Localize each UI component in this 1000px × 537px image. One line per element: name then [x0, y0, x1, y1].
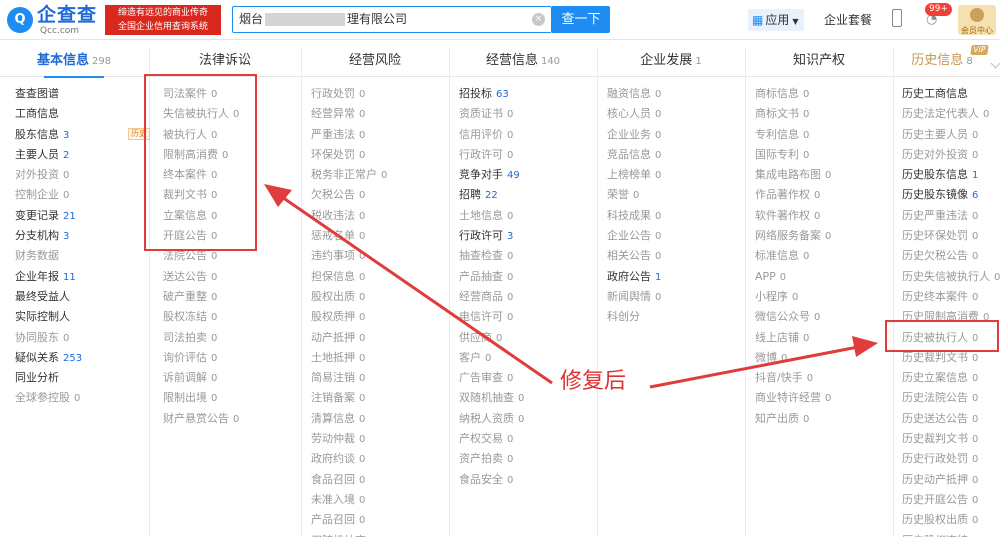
arrow-line-left [281, 195, 553, 385]
annotation-label: 修复后 [560, 369, 627, 394]
arrow-head-left-icon [264, 184, 292, 207]
arrow-head-right-icon [852, 336, 878, 357]
arrow-line-right [649, 345, 859, 389]
annotation-arrows [264, 184, 878, 389]
